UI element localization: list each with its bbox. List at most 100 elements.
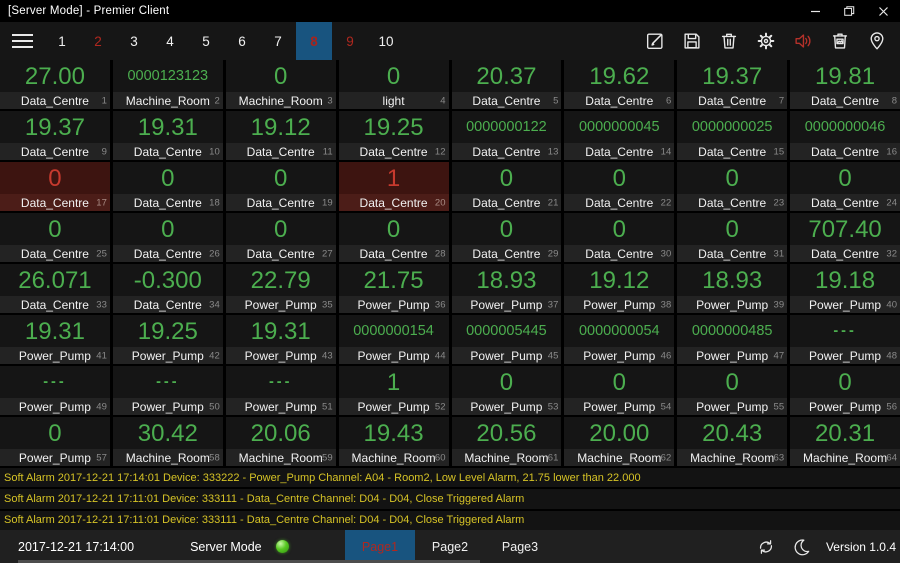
maximize-button[interactable]	[832, 0, 866, 22]
grid-cell-28[interactable]: 0Data_Centre28	[339, 213, 449, 262]
tab-8[interactable]: 8	[296, 22, 332, 60]
grid-cell-49[interactable]: ---Power_Pump49	[0, 366, 110, 415]
night-mode-moon-icon[interactable]	[792, 537, 812, 557]
cell-value: 0000000025	[677, 111, 787, 143]
tab-9[interactable]: 9	[332, 22, 368, 60]
tab-7[interactable]: 7	[260, 22, 296, 60]
grid-cell-1[interactable]: 27.00Data_Centre1	[0, 60, 110, 109]
close-button[interactable]	[866, 0, 900, 22]
grid-cell-19[interactable]: 0Data_Centre19	[226, 162, 336, 211]
grid-cell-29[interactable]: 0Data_Centre29	[452, 213, 562, 262]
cell-label-strip: Power_Pump38	[564, 296, 674, 313]
clear-image-trash-icon[interactable]	[829, 30, 851, 52]
grid-cell-31[interactable]: 0Data_Centre31	[677, 213, 787, 262]
grid-cell-17[interactable]: 0Data_Centre17	[0, 162, 110, 211]
grid-cell-64[interactable]: 20.31Machine_Room64	[790, 417, 900, 466]
cell-label: Power_Pump	[358, 298, 430, 312]
tab-4[interactable]: 4	[152, 22, 188, 60]
grid-cell-6[interactable]: 19.62Data_Centre6	[564, 60, 674, 109]
settings-gear-icon[interactable]	[755, 30, 777, 52]
grid-cell-18[interactable]: 0Data_Centre18	[113, 162, 223, 211]
delete-icon[interactable]	[718, 30, 740, 52]
tab-6[interactable]: 6	[224, 22, 260, 60]
grid-cell-61[interactable]: 20.56Machine_Room61	[452, 417, 562, 466]
grid-cell-58[interactable]: 30.42Machine_Room58	[113, 417, 223, 466]
grid-cell-43[interactable]: 19.31Power_Pump43	[226, 315, 336, 364]
menu-hamburger-icon[interactable]	[0, 22, 44, 60]
cell-value: 19.25	[339, 111, 449, 143]
grid-cell-53[interactable]: 0Power_Pump53	[452, 366, 562, 415]
grid-cell-59[interactable]: 20.06Machine_Room59	[226, 417, 336, 466]
grid-cell-26[interactable]: 0Data_Centre26	[113, 213, 223, 262]
grid-cell-8[interactable]: 19.81Data_Centre8	[790, 60, 900, 109]
grid-cell-40[interactable]: 19.18Power_Pump40	[790, 264, 900, 313]
grid-cell-60[interactable]: 19.43Machine_Room60	[339, 417, 449, 466]
tab-1[interactable]: 1	[44, 22, 80, 60]
grid-cell-12[interactable]: 19.25Data_Centre12	[339, 111, 449, 160]
grid-cell-46[interactable]: 0000000054Power_Pump46	[564, 315, 674, 364]
edit-icon[interactable]	[644, 30, 666, 52]
grid-cell-27[interactable]: 0Data_Centre27	[226, 213, 336, 262]
grid-cell-5[interactable]: 20.37Data_Centre5	[452, 60, 562, 109]
grid-cell-41[interactable]: 19.31Power_Pump41	[0, 315, 110, 364]
grid-cell-14[interactable]: 0000000045Data_Centre14	[564, 111, 674, 160]
grid-cell-25[interactable]: 0Data_Centre25	[0, 213, 110, 262]
grid-cell-52[interactable]: 1Power_Pump52	[339, 366, 449, 415]
save-icon[interactable]	[681, 30, 703, 52]
grid-cell-34[interactable]: -0.300Data_Centre34	[113, 264, 223, 313]
grid-cell-33[interactable]: 26.071Data_Centre33	[0, 264, 110, 313]
grid-cell-55[interactable]: 0Power_Pump55	[677, 366, 787, 415]
grid-cell-21[interactable]: 0Data_Centre21	[452, 162, 562, 211]
grid-cell-24[interactable]: 0Data_Centre24	[790, 162, 900, 211]
grid-cell-45[interactable]: 0000005445Power_Pump45	[452, 315, 562, 364]
grid-cell-42[interactable]: 19.25Power_Pump42	[113, 315, 223, 364]
tab-2[interactable]: 2	[80, 22, 116, 60]
grid-cell-20[interactable]: 1Data_Centre20	[339, 162, 449, 211]
grid-cell-44[interactable]: 0000000154Power_Pump44	[339, 315, 449, 364]
grid-cell-56[interactable]: 0Power_Pump56	[790, 366, 900, 415]
grid-cell-35[interactable]: 22.79Power_Pump35	[226, 264, 336, 313]
tab-10[interactable]: 10	[368, 22, 404, 60]
grid-cell-36[interactable]: 21.75Power_Pump36	[339, 264, 449, 313]
grid-cell-16[interactable]: 0000000046Data_Centre16	[790, 111, 900, 160]
grid-cell-50[interactable]: ---Power_Pump50	[113, 366, 223, 415]
grid-cell-54[interactable]: 0Power_Pump54	[564, 366, 674, 415]
grid-cell-4[interactable]: 0light4	[339, 60, 449, 109]
cell-index: 36	[435, 299, 446, 310]
page-tab-page3[interactable]: Page3	[485, 530, 555, 563]
grid-cell-32[interactable]: 707.40Data_Centre32	[790, 213, 900, 262]
minimize-button[interactable]	[798, 0, 832, 22]
grid-cell-39[interactable]: 18.93Power_Pump39	[677, 264, 787, 313]
grid-cell-37[interactable]: 18.93Power_Pump37	[452, 264, 562, 313]
tab-5[interactable]: 5	[188, 22, 224, 60]
grid-cell-62[interactable]: 20.00Machine_Room62	[564, 417, 674, 466]
alarm-row[interactable]: Soft Alarm 2017-12-21 17:11:01 Device: 3…	[0, 511, 900, 530]
grid-cell-38[interactable]: 19.12Power_Pump38	[564, 264, 674, 313]
cell-label-strip: Data_Centre25	[0, 245, 110, 262]
grid-cell-51[interactable]: ---Power_Pump51	[226, 366, 336, 415]
grid-cell-10[interactable]: 19.31Data_Centre10	[113, 111, 223, 160]
grid-cell-2[interactable]: 0000123123Machine_Room2	[113, 60, 223, 109]
grid-cell-7[interactable]: 19.37Data_Centre7	[677, 60, 787, 109]
alarm-row[interactable]: Soft Alarm 2017-12-21 17:11:01 Device: 3…	[0, 489, 900, 508]
grid-cell-9[interactable]: 19.37Data_Centre9	[0, 111, 110, 160]
grid-cell-30[interactable]: 0Data_Centre30	[564, 213, 674, 262]
grid-cell-15[interactable]: 0000000025Data_Centre15	[677, 111, 787, 160]
tab-3[interactable]: 3	[116, 22, 152, 60]
grid-cell-22[interactable]: 0Data_Centre22	[564, 162, 674, 211]
page-tab-page1[interactable]: Page1	[345, 530, 415, 563]
location-pin-icon[interactable]	[866, 30, 888, 52]
grid-cell-11[interactable]: 19.12Data_Centre11	[226, 111, 336, 160]
grid-cell-23[interactable]: 0Data_Centre23	[677, 162, 787, 211]
cell-label: Data_Centre	[360, 145, 428, 159]
grid-cell-57[interactable]: 0Power_Pump57	[0, 417, 110, 466]
alarm-row[interactable]: Soft Alarm 2017-12-21 17:14:01 Device: 3…	[0, 468, 900, 487]
grid-cell-3[interactable]: 0Machine_Room3	[226, 60, 336, 109]
audio-alarm-speaker-icon[interactable]	[792, 30, 814, 52]
grid-cell-47[interactable]: 0000000485Power_Pump47	[677, 315, 787, 364]
grid-cell-63[interactable]: 20.43Machine_Room63	[677, 417, 787, 466]
sync-icon[interactable]	[756, 537, 776, 557]
grid-cell-13[interactable]: 0000000122Data_Centre13	[452, 111, 562, 160]
page-tab-page2[interactable]: Page2	[415, 530, 485, 563]
grid-cell-48[interactable]: ---Power_Pump48	[790, 315, 900, 364]
